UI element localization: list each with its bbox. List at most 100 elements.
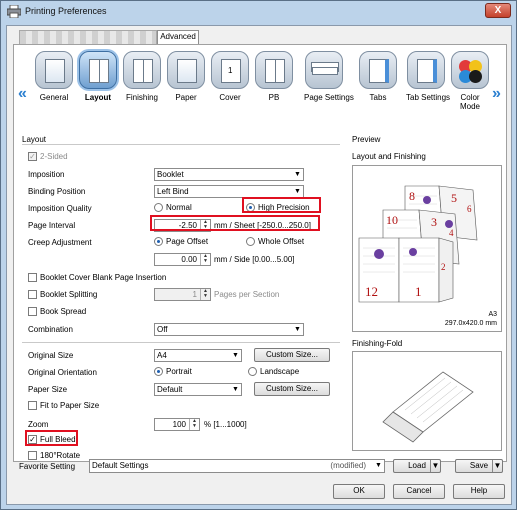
original-size-value: A4 [157, 351, 167, 360]
tab-panel: « » General Layout Finishing Paper 1 Cov… [13, 44, 507, 462]
page-number: 4 [449, 228, 454, 238]
pages-per-section-label: Pages per Section [214, 290, 280, 299]
load-button[interactable]: Load ▼ [393, 459, 441, 473]
original-size-label: Original Size [28, 351, 74, 360]
two-sided-checkbox[interactable]: ✓ 2-Sided [28, 152, 68, 161]
blank-page-insertion-checkbox[interactable]: Booklet Cover Blank Page Insertion [28, 273, 166, 282]
normal-radio[interactable]: Normal [154, 203, 192, 212]
page-number: 10 [386, 213, 398, 227]
splitting-value: 1 [192, 290, 197, 299]
icon-label: Cover [219, 93, 241, 102]
chevron-down-icon[interactable]: ▼ [430, 460, 440, 472]
icon-tab-paper[interactable]: Paper [166, 51, 206, 102]
rotate-180-checkbox[interactable]: 180°Rotate [28, 451, 80, 460]
ok-button[interactable]: OK [333, 484, 385, 499]
spin-arrows-icon[interactable]: ▲ ▼ [189, 419, 199, 430]
title-bar[interactable]: Printing Preferences X [1, 1, 516, 23]
layout-group: Layout ✓ 2-Sided Imposition Booklet ▼ Bind… [22, 135, 348, 460]
page-settings-icon [305, 51, 343, 89]
icon-label: Tabs [369, 93, 387, 102]
combination-dropdown[interactable]: Off ▼ [154, 323, 304, 336]
icon-label: Paper [175, 93, 197, 102]
icon-label: Tab Settings [406, 93, 451, 102]
binding-position-value: Left Bind [157, 187, 189, 196]
favorite-setting-label: Favorite Setting [19, 462, 76, 471]
page-offset-label: Page Offset [166, 237, 209, 246]
icon-tab-page-settings[interactable]: Page Settings [304, 51, 354, 102]
fold-preview-image [382, 371, 474, 443]
paper-custom-size-button[interactable]: Custom Size... [254, 382, 330, 396]
zoom-unit: % [1...1000] [204, 420, 247, 429]
layout-preview: 8 5 6 10 3 4 12 1 2 A3 297.0x420.0 mm [352, 165, 502, 332]
cancel-button[interactable]: Cancel [393, 484, 445, 499]
portrait-radio[interactable]: Portrait [154, 367, 192, 376]
tab-advanced[interactable]: Advanced [157, 30, 199, 44]
icon-tab-color-mode[interactable]: Color Mode [450, 51, 490, 111]
paper-size-value: Default [157, 385, 183, 394]
finishing-icon [123, 51, 161, 89]
whole-offset-label: Whole Offset [258, 237, 305, 246]
fit-to-paper-checkbox[interactable]: Fit to Paper Size [28, 401, 99, 410]
landscape-radio[interactable]: Landscape [248, 367, 299, 376]
finishing-fold-label: Finishing-Fold [352, 339, 403, 348]
page-offset-radio[interactable]: Page Offset [154, 237, 208, 246]
zoom-spinner[interactable]: 100 ▲ ▼ [154, 418, 200, 431]
chevron-down-icon: ▼ [292, 324, 303, 335]
landscape-label: Landscape [260, 367, 300, 376]
icon-tab-finishing[interactable]: Finishing [122, 51, 162, 102]
divider [22, 342, 340, 343]
favorite-value: Default Settings [92, 461, 149, 470]
icon-tab-layout[interactable]: Layout [78, 51, 118, 102]
original-orientation-label: Original Orientation [28, 368, 97, 377]
page-number: 12 [365, 284, 378, 299]
general-icon [35, 51, 73, 89]
zoom-label: Zoom [28, 420, 49, 429]
spin-arrows-icon[interactable]: ▲ ▼ [200, 289, 210, 300]
icon-tab-general[interactable]: General [34, 51, 74, 102]
paper-size-dropdown[interactable]: Default ▼ [154, 383, 242, 396]
icon-label: Layout [84, 93, 112, 102]
preview-heading: Preview [352, 135, 381, 144]
icon-tab-tabs[interactable]: Tabs [358, 51, 398, 102]
icon-tab-cover[interactable]: Cover [210, 51, 250, 102]
modified-label: (modified) [330, 461, 366, 470]
chevron-down-icon[interactable]: ▼ [492, 460, 502, 472]
paper-icon [167, 51, 205, 89]
printer-icon [7, 5, 21, 18]
chevron-down-icon: ▼ [292, 186, 303, 197]
page-number: 8 [409, 189, 415, 203]
tab-settings-icon [407, 51, 445, 89]
booklet-preview-image: 8 5 6 10 3 4 12 1 2 [358, 185, 478, 303]
original-custom-size-button[interactable]: Custom Size... [254, 348, 330, 362]
scroll-left-icon[interactable]: « [18, 85, 27, 103]
creep-spinner[interactable]: 0.00 ▲ ▼ [154, 253, 211, 266]
help-button[interactable]: Help [453, 484, 505, 499]
page-number: 6 [467, 204, 472, 214]
printing-preferences-window: Printing Preferences X Advanced « » Gene… [0, 0, 517, 510]
tab-blurred[interactable] [19, 30, 157, 44]
window-title: Printing Preferences [25, 6, 107, 16]
page-number: 3 [431, 215, 437, 229]
save-button[interactable]: Save ▼ [455, 459, 503, 473]
icon-label: Color Mode [459, 93, 480, 111]
close-button[interactable]: X [485, 3, 511, 18]
imposition-dropdown[interactable]: Booklet ▼ [154, 168, 304, 181]
layout-heading: Layout [22, 135, 47, 144]
finishing-fold-preview [352, 351, 502, 451]
book-spread-checkbox[interactable]: Book Spread [28, 307, 86, 316]
favorite-setting-dropdown[interactable]: Default Settings (modified) ▼ [89, 459, 385, 473]
icon-tab-tab-settings[interactable]: Tab Settings [406, 51, 451, 102]
highlight-page-interval [150, 215, 320, 231]
original-size-dropdown[interactable]: A4 ▼ [154, 349, 242, 362]
page-number: 5 [451, 191, 457, 205]
cover-icon [211, 51, 249, 89]
pages-per-section-spinner[interactable]: 1 ▲ ▼ [154, 288, 211, 301]
imposition-label: Imposition [28, 170, 65, 179]
whole-offset-radio[interactable]: Whole Offset [246, 237, 304, 246]
booklet-splitting-checkbox[interactable]: Booklet Splitting [28, 290, 97, 299]
icon-tab-pb[interactable]: PB [254, 51, 294, 102]
spin-arrows-icon[interactable]: ▲ ▼ [200, 254, 210, 265]
creep-adjustment-label: Creep Adjustment [28, 238, 92, 247]
book-spread-label: Book Spread [40, 307, 87, 316]
scroll-right-icon[interactable]: » [492, 85, 501, 103]
